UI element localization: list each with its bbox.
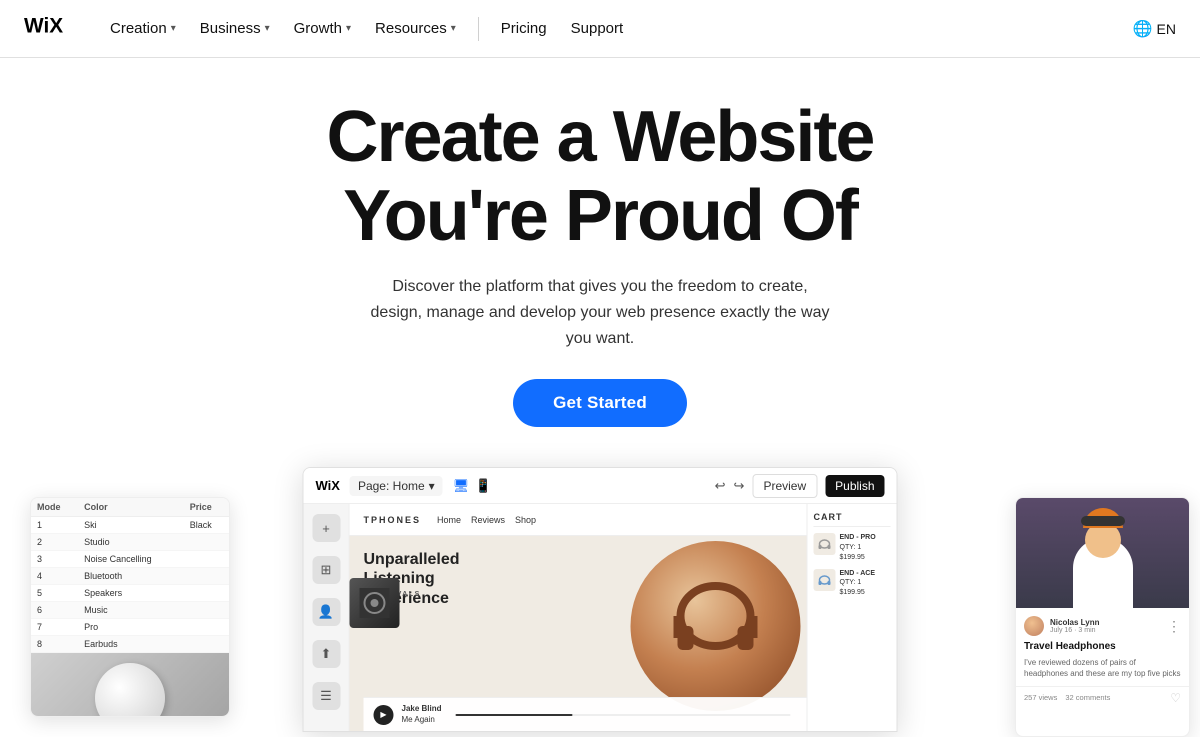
navbar: WiX Creation ▾ Business ▾ Growth ▾ Resou…	[0, 0, 1200, 58]
editor-content: + ⊞ 👤 ⬆ ☰ TPHONES Home Reviews Shop	[304, 504, 897, 731]
canvas-hero-text: Unparalleled Listening Experience	[364, 550, 883, 608]
nav-item-growth[interactable]: Growth ▾	[284, 14, 361, 43]
play-button[interactable]: ▶	[374, 705, 394, 725]
music-progress[interactable]	[456, 714, 791, 716]
product-table-panel: Mode Color Price 1SkiBlack 2Studio 3Nois…	[30, 497, 230, 717]
nav-divider	[478, 17, 479, 41]
nav-item-creation[interactable]: Creation ▾	[100, 14, 186, 43]
svg-text:WiX: WiX	[24, 14, 63, 37]
blog-excerpt: I've reviewed dozens of pairs of headpho…	[1016, 657, 1189, 685]
cart-item-info: END - PRO QTY: 1 $199.95	[840, 533, 876, 562]
table-row: 4Bluetooth	[31, 568, 229, 585]
editor-topbar: WiX Page: Home ▾ 🖥 📱 ↩ ↪ Preview Publish	[304, 468, 897, 504]
editor-canvas: TPHONES Home Reviews Shop Unparalleled L…	[350, 504, 897, 731]
add-section-icon[interactable]: ⊞	[312, 556, 340, 584]
table-row: 2Studio	[31, 534, 229, 551]
nav-item-pricing[interactable]: Pricing	[491, 14, 557, 43]
col-color: Color	[78, 498, 184, 517]
nav-right: 🌐 EN	[1133, 19, 1176, 39]
blog-author-row: Nicolas Lynn July 16 · 3 min ⋮	[1016, 608, 1189, 640]
blog-image	[1016, 498, 1189, 608]
cart-item: END - PRO QTY: 1 $199.95	[814, 533, 891, 562]
cart-item-image	[814, 569, 836, 591]
product-image: ⚙ ✎ ⊹	[31, 653, 229, 717]
table-row: 7Pro	[31, 619, 229, 636]
chevron-down-icon: ▾	[265, 23, 270, 34]
table-row: 6Music	[31, 602, 229, 619]
media-icon[interactable]: 👤	[312, 598, 340, 626]
wix-logo[interactable]: WiX	[24, 14, 72, 43]
author-info: Nicolas Lynn July 16 · 3 min	[1050, 618, 1161, 634]
editor-sidebar: + ⊞ 👤 ⬆ ☰	[304, 504, 350, 731]
headphone-image	[95, 663, 165, 717]
table-row: 1SkiBlack	[31, 517, 229, 534]
preview-button[interactable]: Preview	[752, 474, 817, 498]
device-icons: 🖥 📱	[453, 478, 492, 494]
page-selector[interactable]: Page: Home ▾	[350, 476, 443, 496]
editor-window: WiX Page: Home ▾ 🖥 📱 ↩ ↪ Preview Publish…	[303, 467, 898, 732]
globe-icon: 🌐	[1133, 19, 1153, 39]
table-row: 8Earbuds	[31, 636, 229, 653]
canvas-nav-shop[interactable]: Shop	[515, 515, 536, 525]
canvas-nav-home[interactable]: Home	[437, 515, 461, 525]
nav-item-support[interactable]: Support	[561, 14, 634, 43]
hero-section: Create a Website You're Proud Of Discove…	[0, 58, 1200, 447]
new-arrivals-thumbnail	[350, 578, 400, 628]
publish-button[interactable]: Publish	[825, 475, 884, 497]
canvas-logo: TPHONES	[364, 515, 422, 525]
nav-items: Creation ▾ Business ▾ Growth ▾ Resources…	[100, 14, 1133, 43]
music-player: ▶ Jake Blind Me Again	[364, 697, 807, 731]
col-price: Price	[184, 498, 229, 517]
author-avatar	[1024, 616, 1044, 636]
cart-item-image	[814, 533, 836, 555]
preview-section: Mode Color Price 1SkiBlack 2Studio 3Nois…	[0, 457, 1200, 737]
mobile-icon[interactable]: 📱	[475, 478, 491, 494]
nav-item-resources[interactable]: Resources ▾	[365, 14, 466, 43]
table-row: 3Noise Cancelling	[31, 551, 229, 568]
get-started-button[interactable]: Get Started	[513, 379, 687, 427]
canvas-nav: Home Reviews Shop	[437, 515, 536, 525]
col-mode: Mode	[31, 498, 78, 517]
cart-item-info: END - ACE QTY: 1 $199.95	[840, 569, 876, 598]
hero-subtitle: Discover the platform that gives you the…	[370, 274, 830, 351]
editor-actions: ↩ ↪ Preview Publish	[715, 474, 885, 498]
table-row: 5Speakers	[31, 585, 229, 602]
like-button[interactable]: ♡	[1170, 691, 1181, 705]
cart-title: CART	[814, 512, 891, 527]
language-selector[interactable]: 🌐 EN	[1133, 19, 1176, 39]
views-count: 257 views	[1024, 693, 1057, 702]
author-date: July 16 · 3 min	[1050, 627, 1161, 634]
undo-icon[interactable]: ↩	[715, 478, 726, 494]
chevron-down-icon: ▾	[451, 23, 456, 34]
headphone-hero-image	[631, 541, 801, 711]
cart-sidebar: CART END - PRO QTY: 1 $199.95	[807, 504, 897, 731]
pages-icon[interactable]: ☰	[312, 682, 340, 710]
add-elements-icon[interactable]: +	[312, 514, 340, 542]
music-info: Jake Blind Me Again	[402, 704, 442, 725]
chevron-down-icon: ▾	[346, 23, 351, 34]
more-options-icon[interactable]: ⋮	[1167, 619, 1181, 633]
desktop-icon[interactable]: 🖥	[453, 478, 470, 494]
chevron-down-icon: ▾	[171, 23, 176, 34]
blog-post-title: Travel Headphones	[1016, 640, 1189, 657]
canvas-nav-reviews[interactable]: Reviews	[471, 515, 505, 525]
person-image	[1016, 498, 1189, 608]
editor-wix-logo: WiX	[316, 478, 340, 493]
chevron-down-icon: ▾	[429, 479, 435, 493]
nav-item-business[interactable]: Business ▾	[190, 14, 280, 43]
blog-card-panel: Nicolas Lynn July 16 · 3 min ⋮ Travel He…	[1015, 497, 1190, 737]
blog-stats: 257 views 32 comments ♡	[1016, 686, 1189, 711]
comments-count: 32 comments	[1065, 693, 1110, 702]
apps-icon[interactable]: ⬆	[312, 640, 340, 668]
redo-icon[interactable]: ↪	[734, 478, 745, 494]
hero-title: Create a Website You're Proud Of	[327, 98, 874, 256]
cart-item: END - ACE QTY: 1 $199.95	[814, 569, 891, 598]
author-name: Nicolas Lynn	[1050, 618, 1161, 627]
